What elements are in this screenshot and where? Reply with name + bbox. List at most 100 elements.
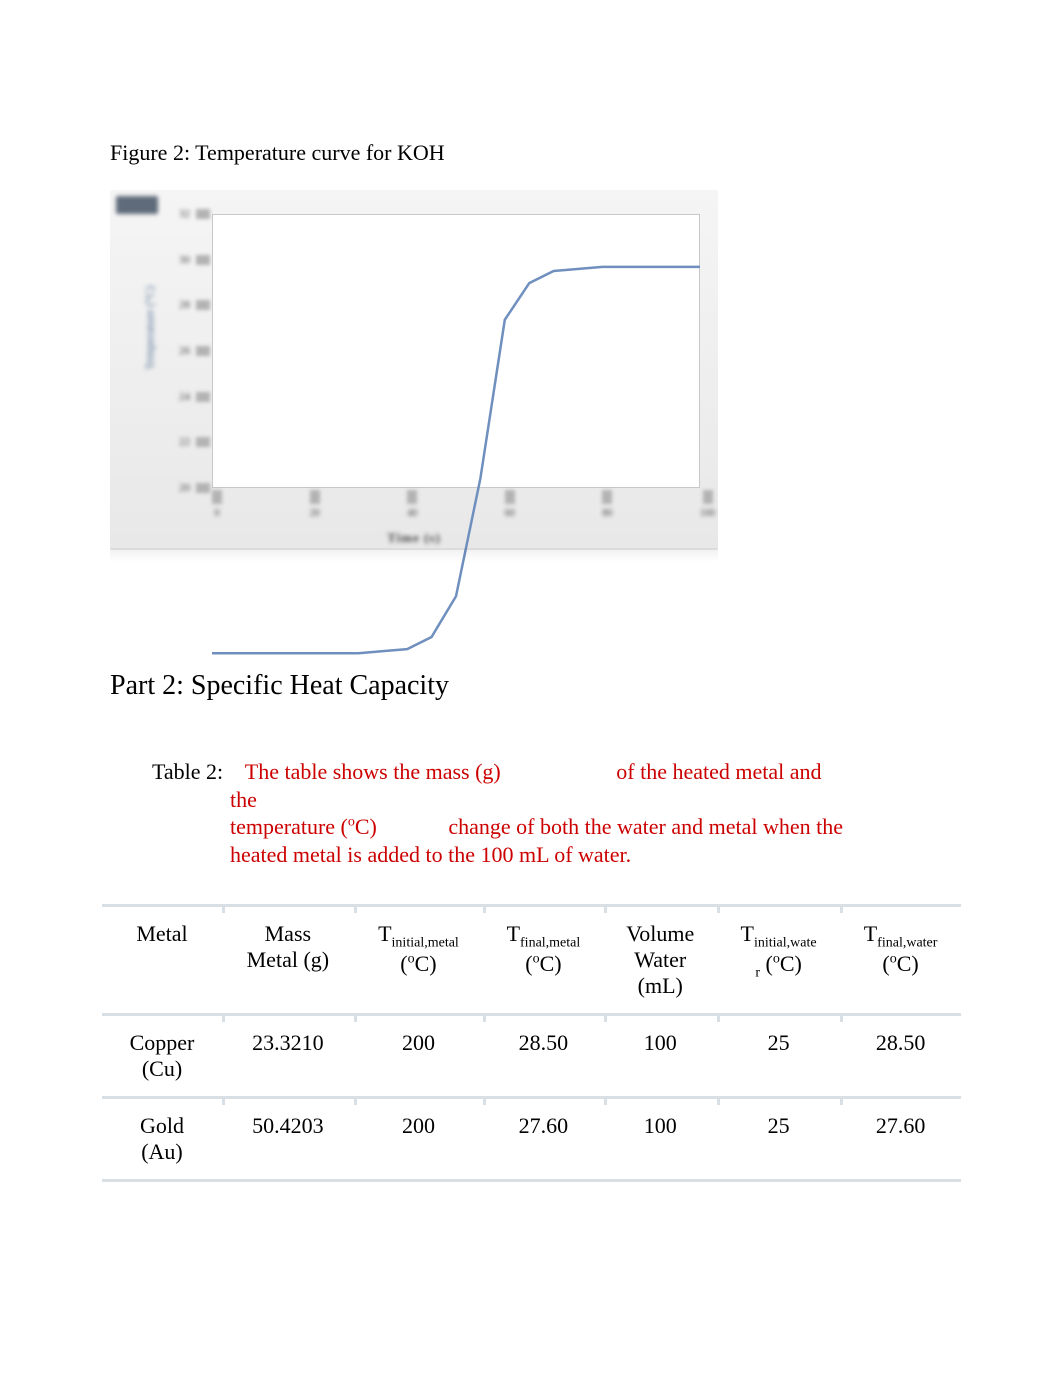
th-degC-open: ( [882,951,889,976]
th-mass-label: Mass [265,921,311,946]
th-degC-open: ( [766,951,773,976]
th-T-label: T [507,921,520,946]
th-T-label: T [741,921,754,946]
table-2-caption-c: the [230,787,257,812]
th-T-label: T [378,921,391,946]
x-tick-label: 20 [310,508,320,519]
th-degC-open: ( [400,951,407,976]
th-degC-open: ( [525,951,532,976]
y-tick-mark [196,483,210,493]
table-2-caption-prefix: Table 2: [152,759,223,784]
th-sub-fm: final,metal [520,935,580,950]
cell-mass: 23.3210 [222,1015,354,1098]
x-tick-label: 80 [602,508,612,519]
th-metal-label: Metal [136,921,187,946]
y-tick-label: 32 [172,208,190,220]
x-tick-mark [407,490,417,504]
th-volume: Volume Water (mL) [604,906,717,1015]
y-tick-label: 20 [172,482,190,494]
y-tick-mark [196,300,210,310]
table-2-caption-f: change of both the water and metal when … [448,814,843,839]
cell-t-initial-metal: 200 [354,1098,483,1181]
y-tick-mark [196,255,210,265]
metal-name: Copper [130,1030,195,1055]
cell-metal: Gold (Au) [102,1098,222,1181]
y-tick-mark [196,209,210,219]
th-degC-close: C) [780,951,802,976]
cell-t-initial-metal: 200 [354,1015,483,1098]
metal-symbol: (Au) [141,1139,183,1164]
y-tick-label: 30 [172,254,190,266]
x-tick-label: 0 [215,508,220,519]
x-tick-label: 100 [700,508,715,519]
cell-t-final-water: 28.50 [840,1015,961,1098]
cell-volume: 100 [604,1098,717,1181]
cell-volume: 100 [604,1015,717,1098]
table-row: Copper (Cu) 23.3210 200 28.50 100 25 28.… [102,1015,961,1098]
x-tick-mark [505,490,515,504]
table-2-caption-a: The table shows the mass (g) [245,759,501,784]
th-degC-sup: o [773,952,780,967]
cell-t-final-metal: 28.50 [483,1015,603,1098]
th-sub-iw2: r [755,966,760,981]
th-sub-iw: initial,wate [754,935,817,950]
th-t-initial-metal: Tinitial,metal (oC) [354,906,483,1015]
cell-t-final-metal: 27.60 [483,1098,603,1181]
y-tick-label: 24 [172,391,190,403]
y-tick-label: 22 [172,436,190,448]
table-2-caption-b: of the heated metal and [616,759,821,784]
th-degC-sup: o [533,952,540,967]
table-2-caption-g: heated metal is added to the 100 mL of w… [230,842,631,867]
cell-t-initial-water: 25 [717,1015,840,1098]
th-degC-sup: o [890,952,897,967]
table-2-caption: Table 2: The table shows the mass (g) of… [110,758,952,868]
cell-metal: Copper (Cu) [102,1015,222,1098]
th-degC-sup: o [408,952,415,967]
x-tick-label: 40 [407,508,417,519]
th-vol-unit: (mL) [638,973,683,998]
metal-symbol: (Cu) [142,1056,182,1081]
chart-line-svg [212,214,700,702]
x-tick-mark [703,490,713,504]
metal-name: Gold [140,1113,184,1138]
chart-y-label: Temperature (°C) [143,286,158,370]
th-vol-label: Volume [626,921,694,946]
th-t-final-metal: Tfinal,metal (oC) [483,906,603,1015]
x-tick-label: 60 [505,508,515,519]
x-tick-mark [310,490,320,504]
table-2-caption-d: temperature ( [230,814,348,839]
x-tick-mark [602,490,612,504]
table-row: Gold (Au) 50.4203 200 27.60 100 25 27.60 [102,1098,961,1181]
th-mass: Mass Metal (g) [222,906,354,1015]
th-vol-label2: Water [634,947,686,972]
cell-t-final-water: 27.60 [840,1098,961,1181]
y-tick-label: 28 [172,299,190,311]
chart-title-blur [116,196,158,214]
th-degC-close: C) [415,951,437,976]
th-degC-close: C) [540,951,562,976]
y-tick-mark [196,346,210,356]
y-tick-mark [196,392,210,402]
th-metal: Metal [102,906,222,1015]
th-T-label: T [864,921,877,946]
y-tick-label: 26 [172,345,190,357]
th-degC-close: C) [897,951,919,976]
y-tick-mark [196,437,210,447]
table-2-caption-sup: o [348,815,355,830]
th-mass-unit: Metal (g) [247,947,329,972]
th-t-final-water: Tfinal,water (oC) [840,906,961,1015]
specific-heat-table: Metal Mass Metal (g) Tinitial,metal (oC)… [102,904,961,1182]
th-sub-im: initial,metal [392,935,459,950]
cell-mass: 50.4203 [222,1098,354,1181]
chart-container: Temperature (°C) 20 22 24 26 28 30 32 0 … [110,190,718,550]
chart-x-axis: 0 20 40 60 80 100 [212,490,700,520]
table-header-row: Metal Mass Metal (g) Tinitial,metal (oC)… [102,906,961,1015]
x-tick-mark [212,490,222,504]
figure-2-caption: Figure 2: Temperature curve for KOH [110,140,952,166]
temperature-curve [212,267,700,653]
th-sub-fw: final,water [877,935,937,950]
cell-t-initial-water: 25 [717,1098,840,1181]
th-t-initial-water: Tinitial,wate r (oC) [717,906,840,1015]
chart-x-label: Time (s) [387,530,441,546]
table-2-caption-e: C) [355,814,377,839]
